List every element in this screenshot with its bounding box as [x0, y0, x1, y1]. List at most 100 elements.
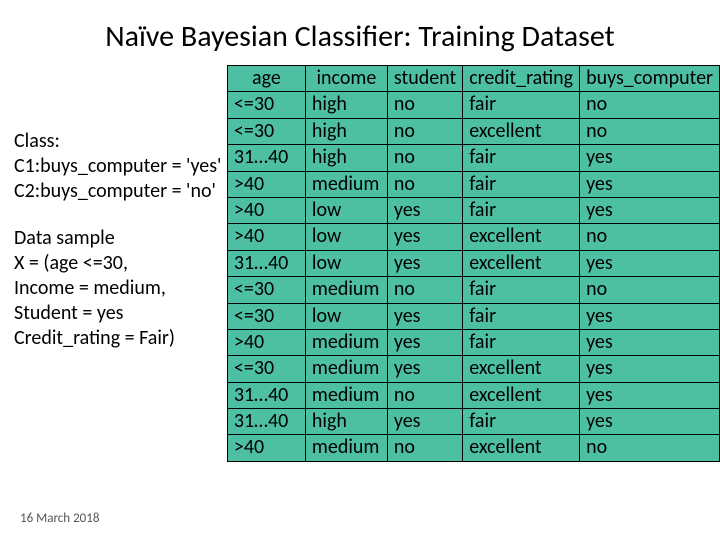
cell-credit: excellent [463, 118, 580, 144]
cell-buys: yes [580, 409, 720, 435]
table-row: >40mediumyesfairyes [227, 329, 719, 355]
class-heading: Class: [14, 129, 227, 154]
th-student: student [387, 66, 462, 92]
sample-block: Data sample X = (age <=30, Income = medi… [14, 226, 227, 351]
cell-income: medium [305, 171, 387, 197]
cell-student: yes [387, 329, 462, 355]
cell-credit: excellent [463, 224, 580, 250]
cell-age: 31…40 [227, 409, 305, 435]
cell-income: medium [305, 329, 387, 355]
table-row: >40mediumnofairyes [227, 171, 719, 197]
cell-student: no [387, 171, 462, 197]
training-table: age income student credit_rating buys_co… [227, 65, 720, 462]
table-row: <=30mediumyesexcellentyes [227, 356, 719, 382]
table-row: <=30mediumnofairno [227, 277, 719, 303]
cell-age: 31…40 [227, 382, 305, 408]
cell-credit: fair [463, 303, 580, 329]
cell-age: >40 [227, 224, 305, 250]
table-wrap: age income student credit_rating buys_co… [227, 63, 720, 462]
left-text: Class: C1:buys_computer = 'yes' C2:buys_… [14, 63, 227, 462]
cell-credit: fair [463, 329, 580, 355]
cell-income: low [305, 224, 387, 250]
table-row: >40mediumnoexcellentno [227, 435, 719, 461]
cell-student: no [387, 145, 462, 171]
cell-buys: yes [580, 250, 720, 276]
cell-income: medium [305, 382, 387, 408]
cell-income: medium [305, 277, 387, 303]
cell-credit: fair [463, 92, 580, 118]
cell-buys: no [580, 277, 720, 303]
cell-credit: excellent [463, 435, 580, 461]
cell-student: no [387, 382, 462, 408]
cell-credit: fair [463, 409, 580, 435]
table-row: >40lowyesexcellentno [227, 224, 719, 250]
table-row: 31…40highyesfairyes [227, 409, 719, 435]
cell-credit: excellent [463, 382, 580, 408]
th-buys: buys_computer [580, 66, 720, 92]
footer-date: 16 March 2018 [20, 511, 99, 526]
cell-age: <=30 [227, 118, 305, 144]
cell-income: high [305, 145, 387, 171]
cell-student: yes [387, 250, 462, 276]
cell-buys: yes [580, 303, 720, 329]
cell-student: no [387, 118, 462, 144]
cell-income: medium [305, 356, 387, 382]
cell-income: high [305, 92, 387, 118]
cell-age: <=30 [227, 303, 305, 329]
th-credit: credit_rating [463, 66, 580, 92]
class-block: Class: C1:buys_computer = 'yes' C2:buys_… [14, 129, 227, 204]
table-body: <=30highnofairno<=30highnoexcellentno31…… [227, 92, 719, 461]
cell-credit: excellent [463, 250, 580, 276]
table-header-row: age income student credit_rating buys_co… [227, 66, 719, 92]
cell-student: no [387, 277, 462, 303]
cell-credit: excellent [463, 356, 580, 382]
sample-l1: X = (age <=30, [14, 251, 227, 276]
table-row: 31…40highnofairyes [227, 145, 719, 171]
cell-age: >40 [227, 171, 305, 197]
cell-student: yes [387, 224, 462, 250]
cell-student: yes [387, 356, 462, 382]
cell-buys: yes [580, 171, 720, 197]
cell-age: >40 [227, 435, 305, 461]
th-income: income [305, 66, 387, 92]
cell-buys: yes [580, 197, 720, 223]
cell-credit: fair [463, 171, 580, 197]
cell-credit: fair [463, 277, 580, 303]
cell-buys: yes [580, 329, 720, 355]
cell-buys: no [580, 92, 720, 118]
cell-age: >40 [227, 329, 305, 355]
cell-credit: fair [463, 197, 580, 223]
cell-income: medium [305, 435, 387, 461]
sample-l2: Income = medium, [14, 276, 227, 301]
cell-student: yes [387, 409, 462, 435]
table-row: >40lowyesfairyes [227, 197, 719, 223]
cell-income: low [305, 250, 387, 276]
cell-buys: no [580, 118, 720, 144]
table-row: <=30highnoexcellentno [227, 118, 719, 144]
class-c2: C2:buys_computer = 'no' [14, 179, 227, 204]
cell-student: yes [387, 197, 462, 223]
cell-income: low [305, 197, 387, 223]
cell-income: high [305, 409, 387, 435]
cell-student: no [387, 92, 462, 118]
slide-content: Class: C1:buys_computer = 'yes' C2:buys_… [0, 63, 720, 462]
table-row: 31…40lowyesexcellentyes [227, 250, 719, 276]
table-row: <=30lowyesfairyes [227, 303, 719, 329]
cell-age: 31…40 [227, 250, 305, 276]
cell-age: <=30 [227, 92, 305, 118]
slide-title: Naïve Bayesian Classifier: Training Data… [0, 0, 720, 63]
cell-buys: yes [580, 145, 720, 171]
cell-age: >40 [227, 197, 305, 223]
cell-buys: yes [580, 382, 720, 408]
table-row: <=30highnofairno [227, 92, 719, 118]
sample-l4: Credit_rating = Fair) [14, 326, 227, 351]
cell-age: <=30 [227, 356, 305, 382]
table-row: 31…40mediumnoexcellentyes [227, 382, 719, 408]
cell-buys: no [580, 224, 720, 250]
cell-age: <=30 [227, 277, 305, 303]
cell-buys: no [580, 435, 720, 461]
class-c1: C1:buys_computer = 'yes' [14, 154, 227, 179]
cell-student: no [387, 435, 462, 461]
cell-credit: fair [463, 145, 580, 171]
cell-buys: yes [580, 356, 720, 382]
